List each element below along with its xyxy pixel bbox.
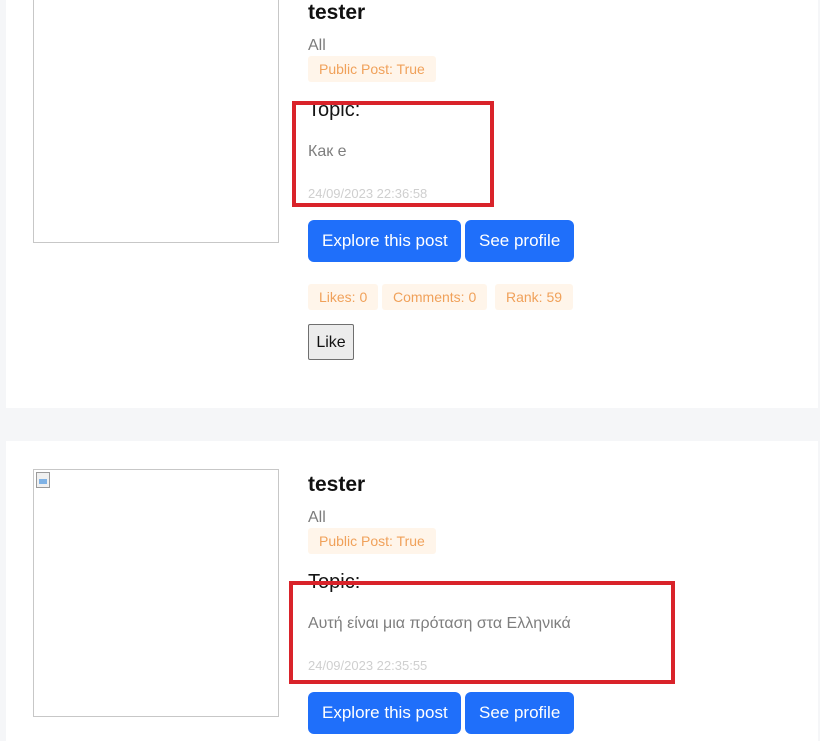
like-button[interactable]: Like bbox=[308, 324, 354, 360]
post-image bbox=[33, 469, 279, 717]
comments-count-badge: Comments: 0 bbox=[382, 284, 488, 310]
see-profile-button[interactable]: See profile bbox=[465, 220, 574, 262]
see-profile-button[interactable]: See profile bbox=[465, 692, 574, 734]
broken-image-icon bbox=[36, 472, 50, 488]
topic-highlight-box bbox=[289, 581, 675, 684]
post-audience: All bbox=[308, 509, 326, 526]
explore-post-button[interactable]: Explore this post bbox=[308, 220, 461, 262]
public-post-badge: Public Post: True bbox=[308, 528, 436, 554]
public-post-badge: Public Post: True bbox=[308, 56, 436, 82]
likes-count-badge: Likes: 0 bbox=[308, 284, 379, 310]
explore-post-button[interactable]: Explore this post bbox=[308, 692, 461, 734]
post-image bbox=[33, 0, 279, 243]
post-username: tester bbox=[308, 1, 366, 24]
post-audience: All bbox=[308, 37, 326, 54]
rank-badge: Rank: 59 bbox=[495, 284, 574, 310]
topic-highlight-box bbox=[292, 101, 494, 207]
post-username: tester bbox=[308, 473, 366, 496]
